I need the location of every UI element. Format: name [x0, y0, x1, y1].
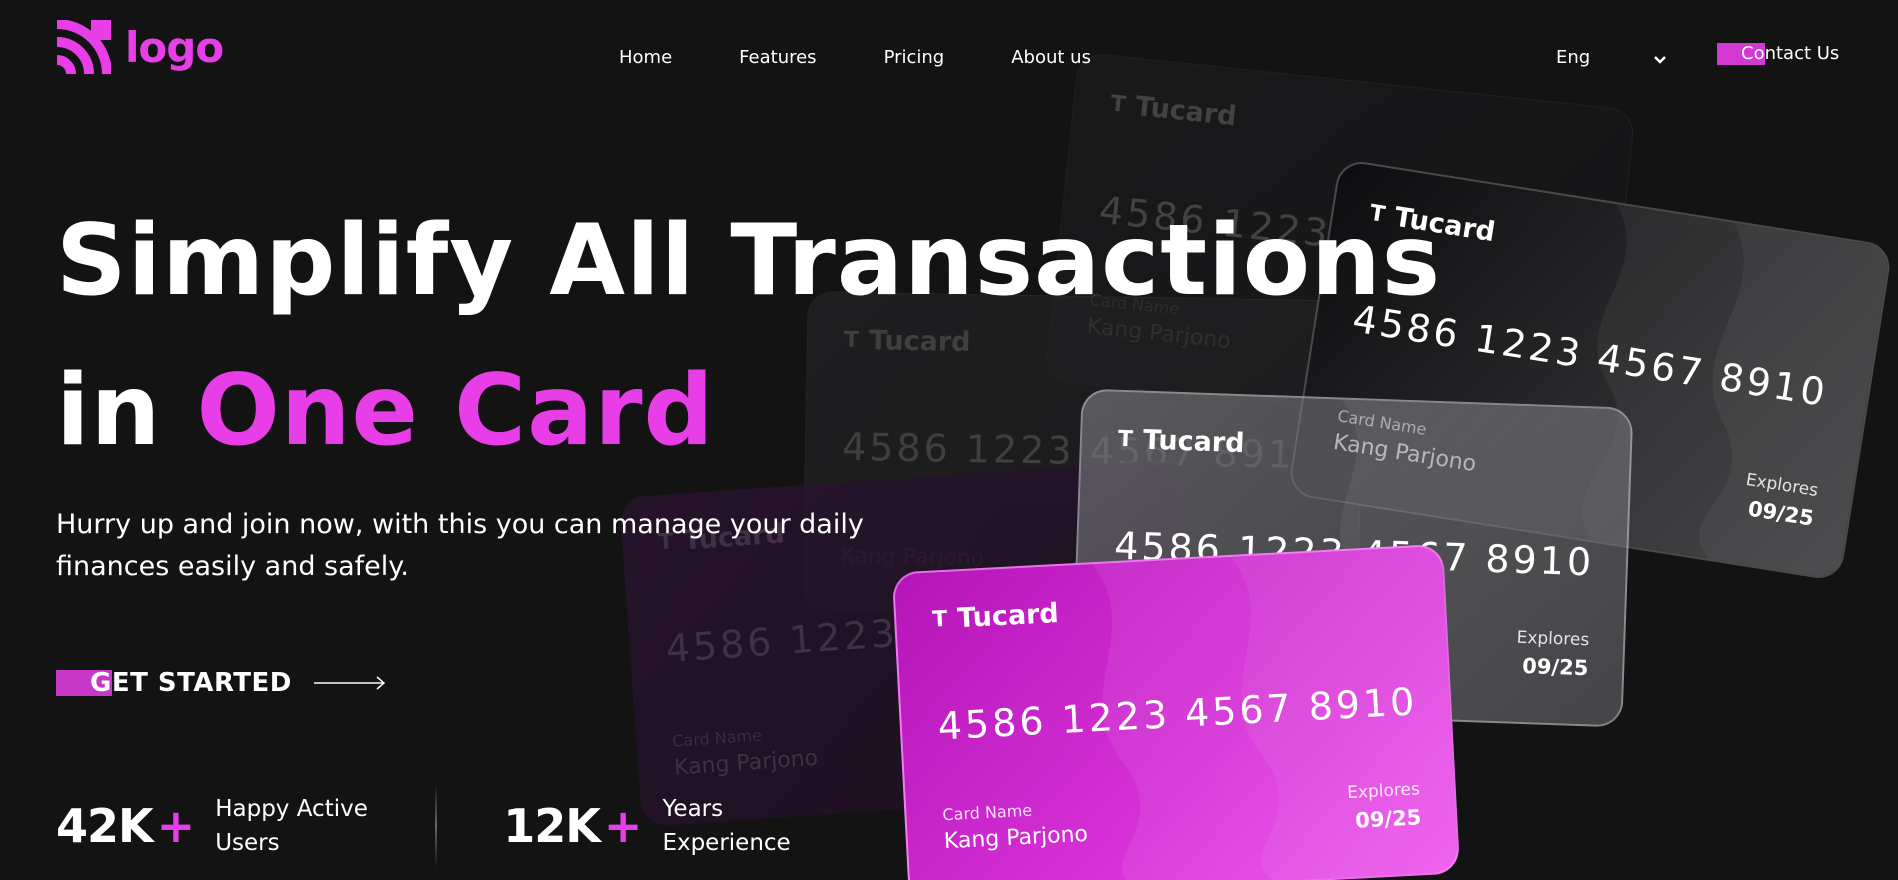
wifi-arc-logo-icon — [56, 20, 111, 75]
stats-row: 42K + Happy Active Users 12K + Years Exp… — [56, 784, 822, 868]
stat-value: 12K — [503, 799, 601, 853]
contact-us-label: Contact Us — [1741, 43, 1840, 64]
card-name: Kang Parjono — [673, 745, 819, 781]
chevron-down-icon[interactable] — [1652, 52, 1668, 68]
stat-years-experience: 12K + Years Experience — [503, 792, 822, 860]
tucard-t-icon: T — [1109, 91, 1127, 118]
card-expiry-label: Explores — [1516, 627, 1590, 651]
nav-features[interactable]: Features — [739, 46, 816, 70]
contact-us-button[interactable]: Contact Us — [1717, 42, 1839, 66]
stat-value: 42K — [56, 799, 154, 853]
landing-page: TTucard 4586 1223 4567 8910 Card Name Ka… — [0, 0, 1898, 880]
language-label: Eng — [1556, 47, 1591, 68]
card-brand: T Tucard — [1109, 90, 1238, 133]
logo-text: logo — [125, 23, 224, 72]
hero-title-line2: in One Card — [56, 354, 715, 468]
stat-plus: + — [603, 799, 643, 853]
logo[interactable]: logo — [55, 20, 224, 76]
hero-title: Simplify All Transactions in One Card — [56, 186, 1441, 486]
nav-about-us[interactable]: About us — [1011, 46, 1091, 70]
credit-card-pink: T Tucard 4586 1223 4567 8910 Card Name Ka… — [891, 543, 1461, 880]
get-started-button[interactable]: GET STARTED — [56, 668, 386, 698]
hero-subtitle: Hurry up and join now, with this you can… — [56, 509, 864, 582]
stat-divider — [435, 784, 438, 868]
language-selector[interactable]: Eng — [1556, 46, 1668, 70]
hero-title-line1: Simplify All Transactions — [56, 204, 1442, 318]
stat-happy-users: 42K + Happy Active Users — [56, 792, 375, 860]
stat-label: Happy Active Users — [215, 796, 368, 856]
get-started-label: GET STARTED — [90, 668, 292, 698]
tucard-t-icon: T — [931, 606, 948, 633]
card-expiry: 09/25 — [1521, 654, 1589, 681]
card-brand: T Tucard — [931, 598, 1060, 635]
card-name-label: Card Name — [671, 725, 763, 751]
stat-label: Years Experience — [662, 796, 791, 856]
main-nav: Home Features Pricing About us — [619, 46, 1091, 70]
nav-pricing[interactable]: Pricing — [884, 46, 945, 70]
nav-home[interactable]: Home — [619, 46, 672, 70]
card-expiry: 09/25 — [1354, 805, 1422, 833]
arrow-right-icon — [313, 676, 386, 690]
stat-plus: + — [156, 799, 196, 853]
hero-title-accent: One Card — [196, 354, 715, 468]
card-expiry-label: Explores — [1346, 779, 1421, 804]
